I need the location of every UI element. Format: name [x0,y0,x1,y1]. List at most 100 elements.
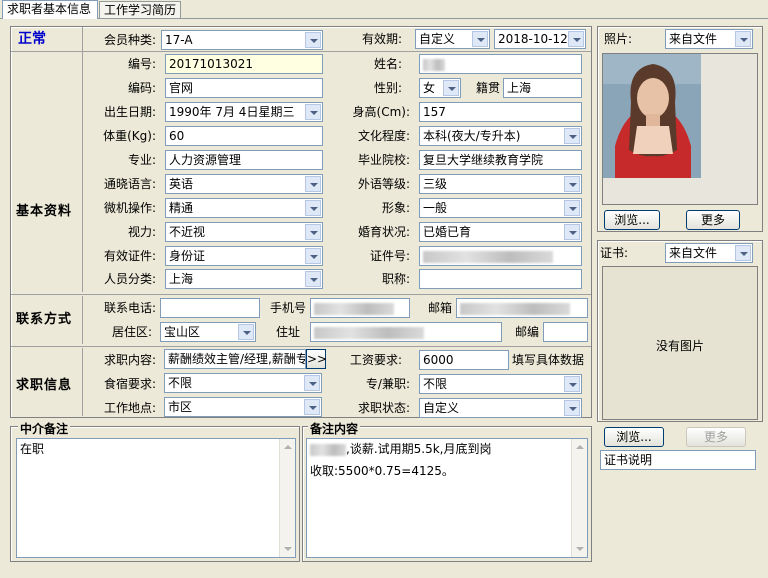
cert-browse-button[interactable]: 浏览... [604,427,664,447]
parttime-label: 专/兼职: [365,377,410,391]
job-content-more-button[interactable]: >> [306,349,327,369]
remark-textarea[interactable]: ,谈薪.试用期5.5k,月底到岗 收取:5500*0.75=4125。 [306,438,588,558]
major-label: 专业: [127,153,156,167]
title-label: 职称: [381,272,410,286]
salary-field[interactable]: 6000 [419,350,509,370]
parttime-select[interactable]: 不限 [419,374,582,394]
id-type-select[interactable]: 身份证 [165,246,323,266]
chevron-down-icon [564,176,580,192]
remark-line-2: 收取:5500*0.75=4125。 [310,464,454,478]
chevron-down-icon [305,176,321,192]
title-field[interactable] [419,269,582,289]
birth-label: 出生日期: [103,105,156,119]
district-label: 居住区: [111,325,152,339]
tab-work-study[interactable]: 工作学习简历 [99,1,181,18]
appearance-label: 形象: [381,201,410,215]
lodging-label: 食宿要求: [103,377,156,391]
id-no-field[interactable] [419,246,582,266]
native-field[interactable]: 上海 [503,78,582,98]
id-type-label: 有效证件: [103,249,156,263]
job-status-select[interactable]: 自定义 [419,398,582,418]
photo-frame [602,53,758,205]
remark-scrollbar[interactable] [571,439,587,557]
location-label: 工作地点: [103,401,156,415]
cert-empty-text: 没有图片 [655,339,704,353]
vision-select[interactable]: 不近视 [165,222,323,242]
computer-label: 微机操作: [103,201,156,215]
language-select[interactable]: 英语 [165,174,323,194]
district-select[interactable]: 宝山区 [160,322,256,342]
major-field[interactable]: 人力资源管理 [165,150,323,170]
chevron-down-icon [305,104,321,120]
phone-label: 联系电话: [103,301,156,315]
chevron-down-icon [305,32,321,48]
salary-hint: 填写具体数据 [512,353,585,367]
chevron-down-icon [735,245,751,261]
number-field[interactable]: 20171013021 [165,54,323,74]
chevron-down-icon [305,224,321,240]
postcode-label: 邮编 [514,325,539,339]
marriage-select[interactable]: 已婚已育 [419,222,582,242]
lodging-select[interactable]: 不限 [164,373,322,393]
chevron-down-icon [238,324,254,340]
phone-field[interactable] [160,298,260,318]
name-field[interactable] [419,54,582,74]
postcode-field[interactable] [543,322,588,342]
chevron-down-icon [304,375,320,391]
chevron-down-icon [564,400,580,416]
chevron-down-icon [472,31,488,47]
vision-label: 视力: [127,225,156,239]
job-content-field[interactable]: 薪酬绩效主管/经理,薪酬专 [164,349,306,369]
cert-image-frame: 没有图片 [602,266,758,420]
chevron-down-icon [564,128,580,144]
chevron-down-icon [735,31,751,47]
school-field[interactable]: 复旦大学继续教育学院 [419,150,582,170]
cert-source-select[interactable]: 来自文件 [665,243,753,263]
member-type-label: 会员种类: [103,33,156,47]
agent-notes-text: 在职 [20,442,45,456]
height-field[interactable]: 157 [419,102,582,122]
native-label: 籍贯 [475,81,500,95]
cert-description-field[interactable]: 证书说明 [600,450,756,470]
email-label: 邮箱 [427,301,452,315]
address-field[interactable] [310,322,502,342]
chevron-down-icon [304,399,320,415]
agent-notes-title: 中介备注 [18,420,71,437]
validity-date-picker[interactable]: 2018-10-12 [494,29,586,49]
photo-browse-button[interactable]: 浏览... [604,210,660,230]
agent-notes-textarea[interactable]: 在职 [16,438,296,558]
category-select[interactable]: 上海 [165,269,323,289]
cert-more-button[interactable]: 更多 [686,427,746,447]
section-contact: 联系方式 [16,312,73,327]
code-field[interactable]: 官网 [165,78,323,98]
marriage-label: 婚育状况: [357,225,410,239]
email-field[interactable] [456,298,588,318]
chevron-down-icon [443,80,459,96]
weight-label: 体重(Kg): [103,129,156,143]
remark-line-1: ,谈薪.试用期5.5k,月底到岗 [346,442,492,456]
education-select[interactable]: 本科(夜大/专升本) [419,126,582,146]
job-status-label: 求职状态: [357,401,410,415]
section-basic: 基本资料 [16,204,73,219]
photo-source-select[interactable]: 来自文件 [665,29,753,49]
chevron-down-icon [305,200,321,216]
lang-level-select[interactable]: 三级 [419,174,582,194]
computer-select[interactable]: 精通 [165,198,323,218]
chevron-down-icon [568,31,584,47]
weight-field[interactable]: 60 [165,126,323,146]
agent-notes-scrollbar[interactable] [279,439,295,557]
birth-date-picker[interactable]: 1990年 7月 4日星期三 [165,102,323,122]
number-label: 编号: [127,57,156,71]
location-select[interactable]: 市区 [164,397,322,417]
gender-select[interactable]: 女 [419,78,461,98]
appearance-select[interactable]: 一般 [419,198,582,218]
mobile-field[interactable] [310,298,410,318]
address-label: 住址 [275,325,300,339]
member-type-select[interactable]: 17-A [161,30,323,50]
cert-label: 证书: [600,246,629,260]
validity-select[interactable]: 自定义 [415,29,490,49]
portrait-image [603,54,757,204]
tab-basic-info[interactable]: 求职者基本信息 [2,0,98,19]
id-no-label: 证件号: [369,249,410,263]
photo-more-button[interactable]: 更多 [686,210,740,230]
